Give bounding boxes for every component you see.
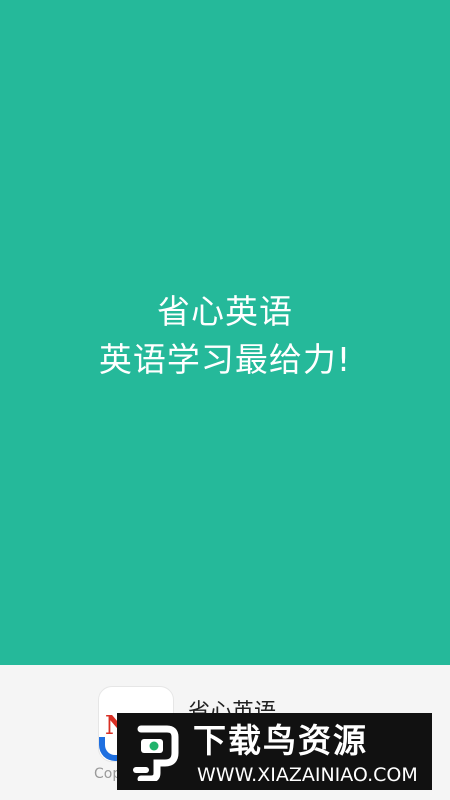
splash-slogan: 英语学习最给力! bbox=[98, 340, 352, 379]
splash-hero: 省心英语 英语学习最给力! bbox=[0, 0, 450, 665]
watermark-title: 下载鸟资源 bbox=[193, 721, 368, 760]
watermark-banner: 下载鸟资源 WWW.XIAZAINIAO.COM bbox=[117, 713, 432, 790]
watermark-url: WWW.XIAZAINIAO.COM bbox=[197, 764, 418, 786]
splash-title: 省心英语 bbox=[157, 292, 293, 331]
bird-logo-icon bbox=[133, 725, 179, 781]
splash-screen: 省心英语 英语学习最给力! N 省心英语 Cop 下载鸟资源 WWW.XIAZA… bbox=[0, 0, 450, 800]
